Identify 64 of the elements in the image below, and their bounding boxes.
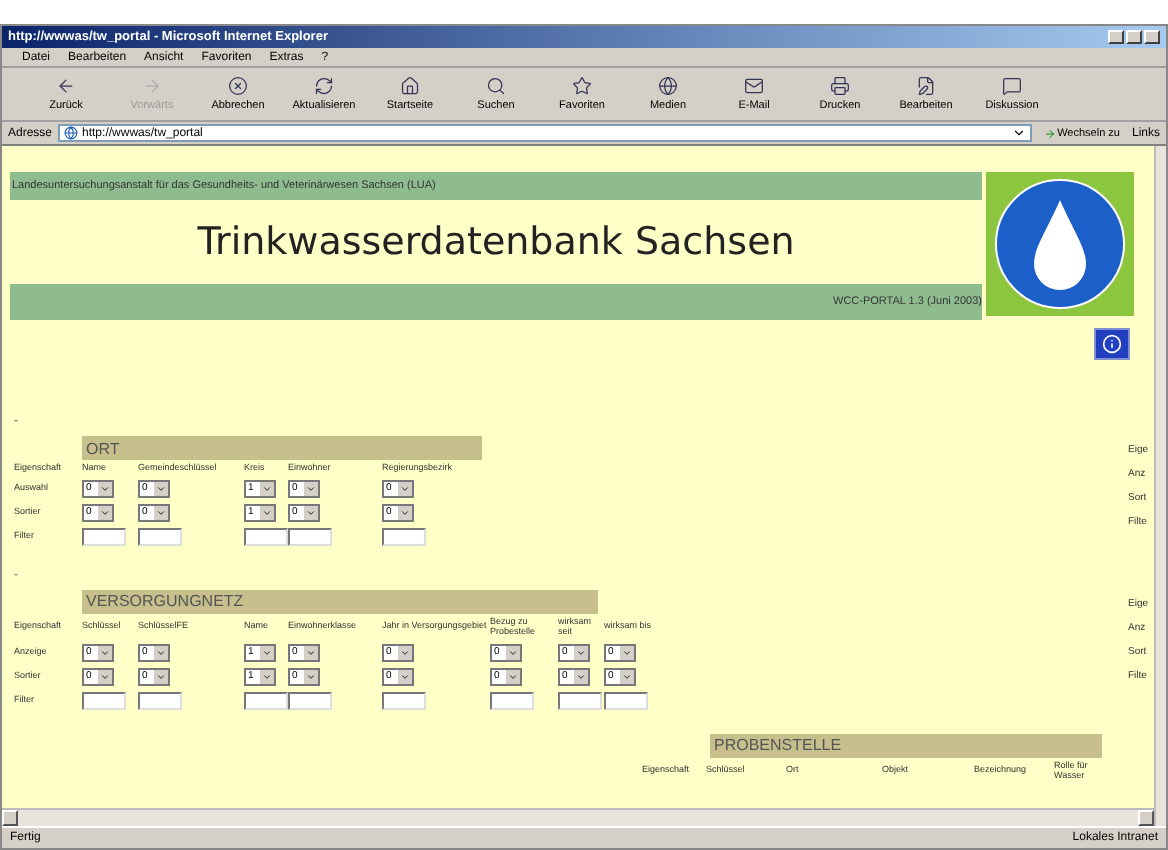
close-button[interactable] (1144, 30, 1160, 44)
filter-field[interactable] (490, 691, 534, 710)
chat-icon (1002, 76, 1022, 96)
dropdown-icon (156, 507, 166, 518)
dropdown-icon (400, 483, 410, 494)
filter-field[interactable] (244, 527, 288, 546)
dropdown-icon (100, 483, 110, 494)
dropdown-icon (156, 647, 166, 658)
filter-field[interactable] (604, 691, 648, 710)
dropdown-icon (576, 647, 586, 658)
filter-field[interactable] (558, 691, 602, 710)
filter-field[interactable] (244, 691, 288, 710)
filter-field[interactable] (382, 527, 426, 546)
filter-field[interactable] (288, 691, 332, 710)
dropdown-icon (156, 483, 166, 494)
dropdown-icon (262, 507, 272, 518)
dropdown-icon (576, 671, 586, 682)
dropdown-icon (262, 671, 272, 682)
vertical-scrollbar[interactable] (1154, 146, 1166, 826)
page-title: Trinkwasserdatenbank Sachsen (195, 218, 797, 268)
dropdown-icon (100, 507, 110, 518)
dropdown-icon (622, 671, 632, 682)
dropdown-icon (306, 483, 316, 494)
arrow-right-icon (142, 76, 162, 96)
section-title: VERSORGUNGNETZ (82, 589, 598, 614)
dropdown-icon (156, 671, 166, 682)
dropdown-icon (508, 647, 518, 658)
filter-field[interactable] (138, 527, 182, 546)
section-title: ORT (82, 436, 482, 460)
star-icon (572, 76, 592, 96)
page-icon (64, 126, 79, 140)
dropdown-icon (100, 671, 110, 682)
info-button[interactable] (1094, 328, 1130, 360)
arrow-right-icon (1043, 127, 1056, 139)
dropdown-icon (306, 671, 316, 682)
dropdown-icon (100, 647, 110, 658)
dropdown-icon (400, 507, 410, 518)
dropdown-icon (622, 647, 632, 658)
dropdown-icon (306, 507, 316, 518)
filter-field[interactable] (82, 691, 126, 710)
dropdown-icon (262, 483, 272, 494)
dropdown-icon (400, 671, 410, 682)
edit-icon (916, 76, 936, 96)
arrow-left-icon (56, 76, 76, 96)
refresh-icon (314, 76, 334, 96)
dropdown-icon (508, 671, 518, 682)
horizontal-scrollbar[interactable] (2, 808, 1154, 826)
stop-icon (228, 76, 248, 96)
filter-field[interactable] (138, 691, 182, 710)
mail-icon (744, 76, 764, 96)
filter-field[interactable] (288, 527, 332, 546)
filter-field[interactable] (82, 527, 126, 546)
maximize-button[interactable] (1126, 30, 1142, 44)
minimize-button[interactable] (1108, 30, 1124, 44)
dropdown-icon (262, 647, 272, 658)
filter-field[interactable] (382, 691, 426, 710)
globe-icon (658, 76, 678, 96)
section-title: PROBENSTELLE (710, 733, 1102, 758)
search-icon (486, 76, 506, 96)
dropdown-icon (400, 647, 410, 658)
home-icon (400, 76, 420, 96)
printer-icon (830, 76, 850, 96)
dropdown-icon (1011, 126, 1026, 140)
dropdown-icon (306, 647, 316, 658)
